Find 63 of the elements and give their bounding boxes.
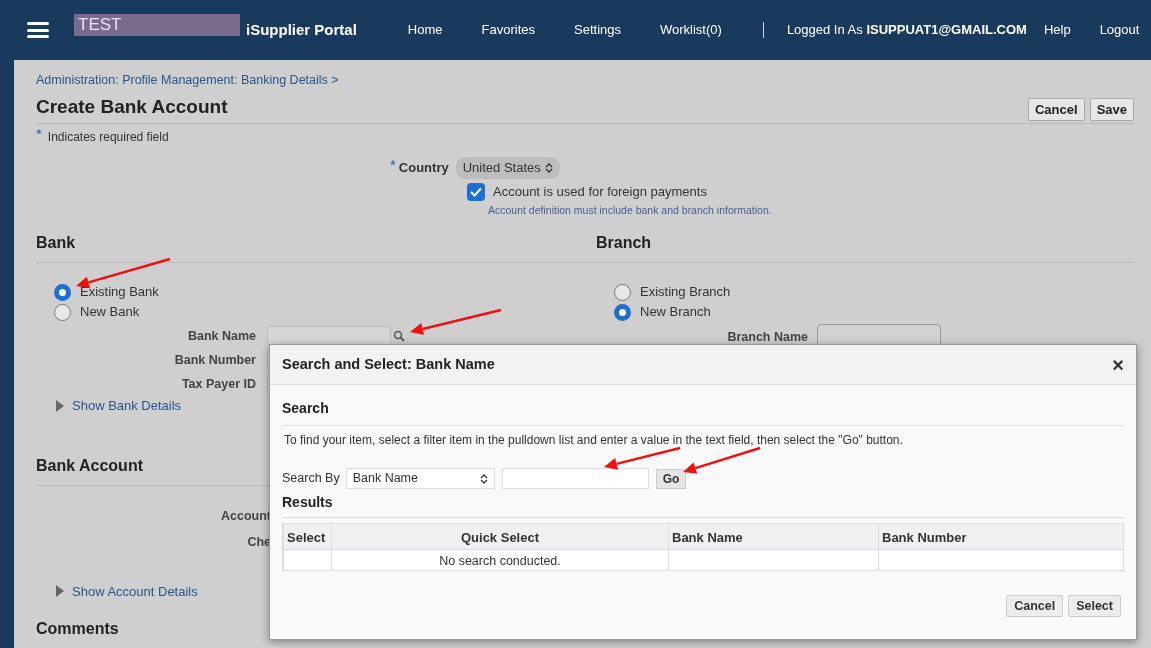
section-heading: Branch (596, 231, 1134, 263)
radio-label: New Bank (80, 303, 140, 322)
chevron-icon (479, 473, 488, 484)
environment-label: TEST (74, 14, 240, 36)
search-icon (393, 330, 405, 342)
radio-button[interactable] (614, 283, 631, 301)
field-label: Branch Name (726, 328, 808, 346)
close-button[interactable]: × (1112, 349, 1124, 380)
page-button[interactable]: Save (1089, 97, 1134, 122)
required-note: Indicates required field (47, 129, 169, 147)
checkbox-label: Account is used for foreign payments (493, 182, 707, 201)
section-heading: Bank (36, 231, 596, 263)
triangle-icon (56, 585, 64, 598)
checkbox[interactable] (467, 182, 485, 201)
required-mark: * (390, 154, 396, 175)
header-link[interactable]: Logout (1099, 20, 1140, 40)
go-button[interactable]: Go (655, 468, 687, 489)
field-label: Bank Number (173, 351, 256, 369)
search-field[interactable] (501, 468, 649, 489)
dialog-button[interactable]: Cancel (1006, 595, 1064, 617)
header-link[interactable]: Help (1043, 20, 1071, 40)
required-mark: * (36, 128, 42, 141)
breadcrumb-link[interactable]: Administration: Profile Management: Banking Details > (36, 71, 1134, 90)
section-heading: Search (282, 398, 1124, 426)
empty-message: No search conducted. (331, 550, 668, 570)
column-header: Select (283, 524, 331, 549)
column-header: Bank Name (668, 524, 878, 549)
page-button[interactable]: Cancel (1028, 97, 1085, 122)
nav-link[interactable]: Favorites (481, 20, 535, 40)
menu-icon[interactable] (27, 22, 49, 38)
column-header: Bank Number (878, 524, 1123, 549)
nav-link[interactable]: Settings (574, 20, 621, 40)
radio-label: New Branch (640, 303, 711, 322)
radio-label: Existing Branch (640, 283, 731, 302)
radio-label: Existing Bank (80, 283, 159, 302)
field-label: Country (398, 159, 449, 178)
column-header: Quick Select (331, 524, 668, 549)
radio-button[interactable] (54, 303, 71, 321)
page-title: Create Bank Account (36, 94, 228, 119)
disclosure-link[interactable]: Show Account Details (72, 581, 198, 601)
text-field[interactable] (267, 326, 391, 346)
field-label: Search By (282, 470, 340, 488)
radio-button[interactable] (54, 283, 71, 301)
disclosure-link[interactable]: Show Bank Details (72, 396, 182, 416)
nav-link[interactable]: Home (407, 20, 443, 40)
field-label: Account (220, 507, 271, 525)
dialog-title: Search and Select: Bank Name (282, 354, 495, 374)
section-heading: Comments (36, 619, 120, 639)
search-by-select[interactable]: Bank Name (345, 468, 495, 489)
country-select[interactable]: United States (455, 157, 560, 179)
triangle-icon (56, 399, 64, 412)
app-title: iSupplier Portal (246, 19, 357, 40)
dialog-button[interactable]: Select (1068, 595, 1121, 617)
field-label: Tax Payer ID (180, 375, 256, 393)
instructions-text: To find your item, select a filter item in the pulldown list and enter a value in the text field, then select the "Go" button. (284, 432, 904, 449)
section-heading: Results (282, 492, 1124, 518)
radio-button[interactable] (614, 303, 631, 321)
nav-link[interactable]: Worklist(0) (660, 20, 722, 40)
field-label: Bank Name (186, 327, 256, 345)
logged-in-user: Logged In As ISUPPUAT1@GMAIL.COM (786, 21, 1027, 40)
info-note: Account definition must include bank and branch information. (488, 203, 773, 219)
chevron-icon (544, 163, 553, 173)
field-label: Che (246, 533, 271, 551)
